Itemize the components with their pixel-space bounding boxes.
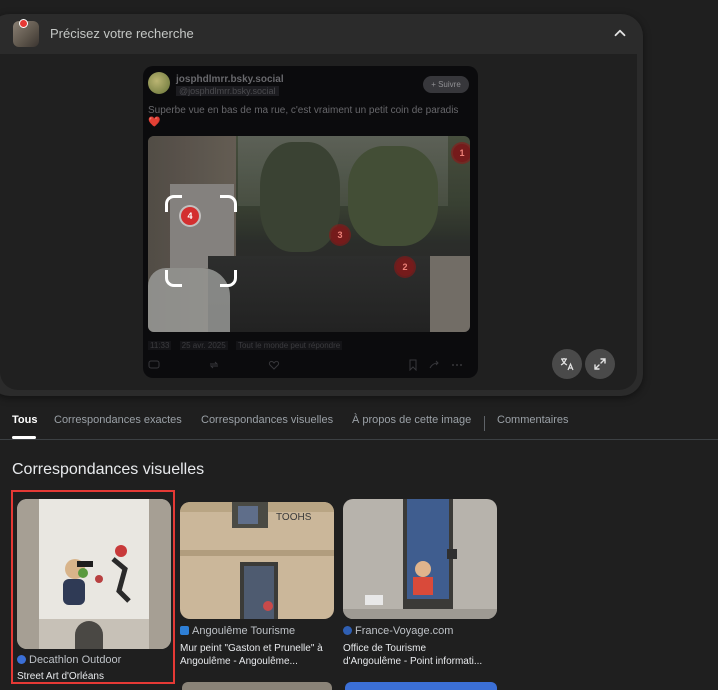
result-image-2[interactable]: TOOHS (180, 502, 334, 619)
result-card-2[interactable]: TOOHS Angoulême Tourisme Mur peint "Gast… (180, 502, 334, 672)
result-card-3[interactable]: France-Voyage.com Office de Tourisme d'A… (343, 499, 497, 671)
translate-button[interactable] (552, 349, 582, 379)
refine-title: Précisez votre recherche (50, 26, 194, 41)
post-time: 11:33 (148, 341, 172, 350)
object-marker-1[interactable]: 1 (453, 144, 470, 162)
result-title-3[interactable]: Office de Tourisme d'Angoulême - Point i… (343, 642, 501, 668)
result-title-2[interactable]: Mur peint "Gaston et Prunelle" à Angoulê… (180, 642, 338, 668)
result-source-3[interactable]: France-Voyage.com (343, 625, 453, 637)
tab-visual-matches[interactable]: Correspondances visuelles (201, 414, 333, 426)
post-meta: 11:33 25 avr. 2025 Tout le monde peut ré… (148, 341, 348, 350)
avatar (148, 72, 170, 94)
next-result-peek (182, 682, 332, 690)
object-marker-4[interactable]: 4 (181, 207, 199, 225)
translate-icon (560, 358, 574, 371)
source-image-area: josphdlmrr.bsky.social @josphdlmrr.bsky.… (0, 54, 637, 390)
refine-header[interactable]: Précisez votre recherche (0, 14, 643, 54)
expand-button[interactable] (585, 349, 615, 379)
section-title: Correspondances visuelles (12, 461, 205, 478)
svg-text:TOOHS: TOOHS (276, 512, 312, 523)
post-actions (143, 359, 478, 375)
chevron-up-icon[interactable] (611, 24, 629, 42)
angouleme-logo-icon (180, 626, 189, 635)
bookmark-icon (409, 359, 417, 371)
reply-icon (148, 360, 160, 369)
object-marker-3[interactable]: 3 (331, 226, 349, 244)
repost-icon (209, 361, 219, 369)
object-marker-2[interactable]: 2 (396, 258, 414, 276)
france-voyage-logo-icon (343, 626, 352, 635)
share-icon (429, 360, 439, 369)
query-thumbnail[interactable] (13, 19, 39, 47)
post-date: 25 avr. 2025 (179, 341, 228, 350)
tab-about-image[interactable]: À propos de cette image (352, 414, 471, 426)
crop-selection[interactable]: 4 (165, 195, 237, 287)
tab-all[interactable]: Tous (12, 414, 37, 426)
post-reply-setting: Tout le monde peut répondre (235, 341, 343, 350)
tab-divider (484, 416, 485, 431)
post-text-heart: ❤️ (148, 117, 161, 128)
tab-exact-matches[interactable]: Correspondances exactes (54, 414, 182, 426)
expand-icon (594, 358, 606, 370)
post-handle-sub: @josphdlmrr.bsky.social (176, 86, 279, 96)
refine-search-panel: Précisez votre recherche josphdlmrr.bsky… (0, 14, 643, 396)
result-image-3[interactable] (343, 499, 497, 619)
next-result-peek (345, 682, 497, 690)
like-icon (268, 360, 280, 370)
post-text: Superbe vue en bas de ma rue, c'est vrai… (148, 105, 459, 116)
result-source-2[interactable]: Angoulême Tourisme (180, 625, 295, 637)
post-handle: josphdlmrr.bsky.social (176, 74, 284, 85)
tab-comments[interactable]: Commentaires (497, 414, 569, 426)
tabs-divider (0, 439, 718, 440)
more-icon (452, 364, 462, 366)
follow-button: + Suivre (423, 76, 469, 93)
selected-result-highlight (11, 490, 175, 684)
